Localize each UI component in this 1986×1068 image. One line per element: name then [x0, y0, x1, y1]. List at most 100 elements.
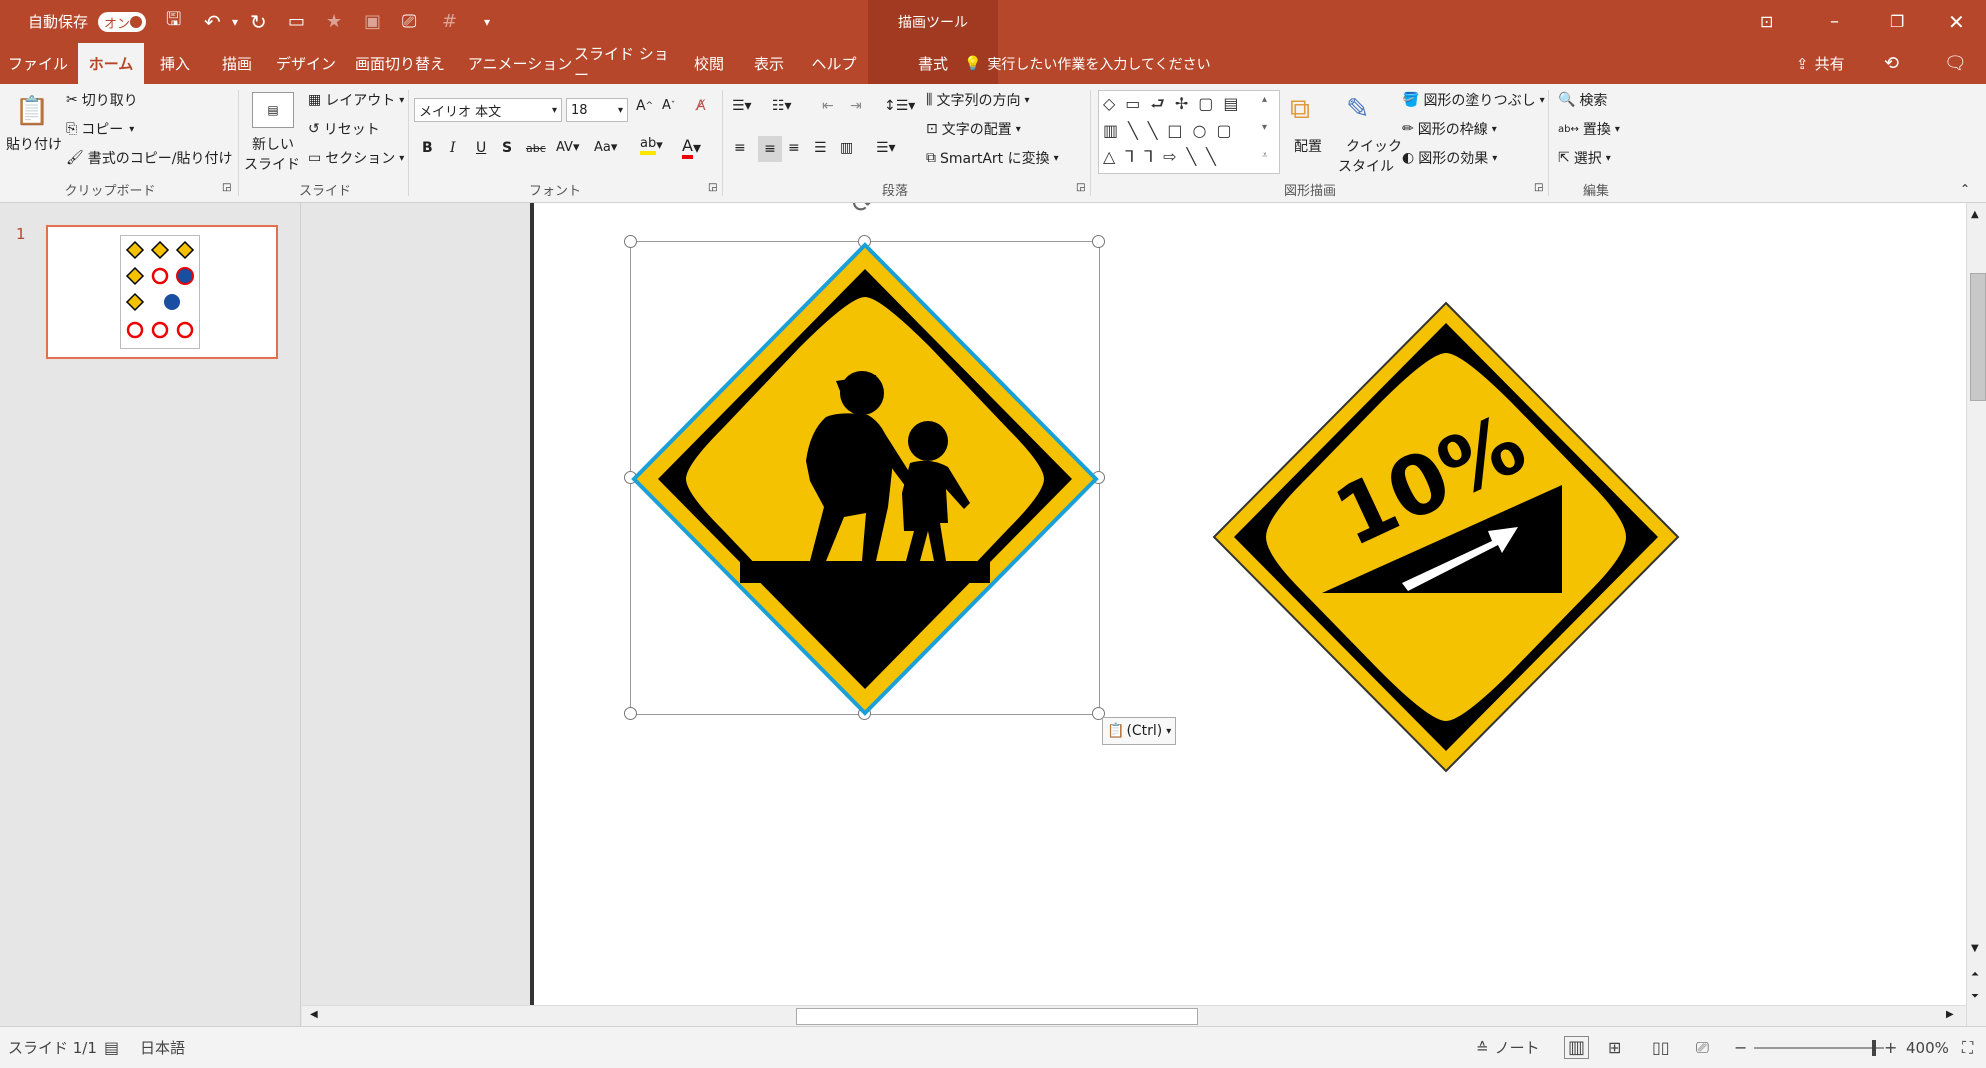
zoom-level[interactable]: 400% [1906, 1027, 1949, 1068]
tab-insert[interactable]: 挿入 [148, 43, 202, 84]
shapes-gallery[interactable]: ◇▭⮐✢▢▤ ▥╲╲□○▢ △⅂⅂⇨╲╲ [1098, 90, 1280, 174]
history-icon[interactable]: ⟲ [1884, 43, 1899, 84]
font-launcher-icon[interactable]: ◲ [708, 182, 717, 193]
spellcheck-icon[interactable]: ▤ [104, 1027, 119, 1068]
text-direction-button[interactable]: ⫼ 文字列の方向 ▾ [926, 90, 1029, 110]
tab-transitions[interactable]: 画面切り替え [350, 43, 450, 84]
underline-icon[interactable]: U [476, 140, 486, 156]
scroll-right-icon[interactable]: ▶ [1946, 1009, 1954, 1020]
align-center-icon[interactable]: ≡ [758, 136, 782, 162]
shape-fill-button[interactable]: 🪣 図形の塗りつぶし ▾ [1402, 90, 1545, 110]
paste-button[interactable]: 貼り付け [6, 134, 62, 154]
slide-sorter-icon[interactable]: ⊞ [1608, 1027, 1621, 1068]
arrange-icon[interactable]: ⧉ [1290, 92, 1310, 126]
tab-review[interactable]: 校閲 [684, 43, 734, 84]
clear-formatting-icon[interactable]: A̸ [696, 98, 706, 114]
copy-button[interactable]: ⎘ コピー ▾ [66, 119, 134, 139]
ribbon-display-icon[interactable]: ⊡ [1760, 0, 1773, 43]
shape-effects-button[interactable]: ◐ 図形の効果 ▾ [1402, 148, 1497, 168]
paste-icon[interactable]: 📋 [10, 92, 54, 128]
columns-icon[interactable]: ▥ [840, 140, 853, 156]
tab-draw[interactable]: 描画 [210, 43, 264, 84]
normal-view-icon[interactable]: ▥ [1564, 1027, 1590, 1068]
strikethrough-icon[interactable]: abc [526, 142, 546, 155]
section-button[interactable]: ▭ セクション ▾ [308, 148, 404, 168]
align-right-icon[interactable]: ≡ [788, 140, 800, 156]
drawing-launcher-icon[interactable]: ◲ [1534, 182, 1543, 193]
zoom-slider-thumb[interactable] [1872, 1039, 1876, 1056]
arrange-button[interactable]: 配置 [1294, 136, 1322, 156]
new-slide-icon[interactable]: ▤ [252, 92, 294, 128]
font-name-select[interactable]: メイリオ 本文 ▾ [414, 98, 562, 122]
highlight-color-icon[interactable]: ab ▾ [640, 136, 663, 155]
format-painter-button[interactable]: 🖌 書式のコピー/貼り付け [66, 148, 233, 168]
quick-styles-label2[interactable]: スタイル [1338, 156, 1394, 176]
customize-qat-icon[interactable]: ▾ [484, 0, 490, 43]
autosave-toggle[interactable]: オン [98, 0, 146, 43]
fit-to-window-icon[interactable]: ⛶ [1962, 1027, 1973, 1068]
align-text-button[interactable]: ⊡ 文字の配置 ▾ [926, 119, 1021, 139]
favorite-icon[interactable]: ★ [326, 0, 342, 43]
vertical-scroll-thumb[interactable] [1970, 273, 1986, 401]
line-spacing-icon[interactable]: ↕☰▾ [884, 98, 915, 114]
decrease-font-icon[interactable]: Aˇ [662, 98, 675, 113]
increase-indent-icon[interactable]: ⇥ [850, 98, 862, 114]
language-indicator[interactable]: 日本語 [140, 1027, 185, 1068]
tab-animations[interactable]: アニメーション [462, 43, 578, 84]
restore-icon[interactable]: ❐ [1890, 0, 1904, 43]
comments-icon[interactable]: 🗨 [1944, 43, 1967, 84]
select-button[interactable]: ⇱ 選択 ▾ [1558, 148, 1611, 168]
slide-canvas[interactable]: ⟳ 10% 📋 (Ctrl) ▾ [534, 203, 1966, 1005]
bullets-icon[interactable]: ☰▾ [732, 98, 752, 114]
gallery-scroll-down-icon[interactable]: ▾ [1262, 122, 1267, 133]
layout-button[interactable]: ▦ レイアウト ▾ [308, 90, 404, 110]
reset-button[interactable]: ↺ リセット [308, 119, 380, 139]
notes-button[interactable]: ≙ ノート [1476, 1027, 1540, 1068]
font-color-icon[interactable]: A ▾ [682, 136, 701, 159]
numbering-icon[interactable]: ☷▾ [772, 98, 792, 114]
tab-file[interactable]: ファイル [2, 43, 74, 84]
tab-help[interactable]: ヘルプ [806, 43, 862, 84]
horizontal-scroll-thumb[interactable] [796, 1008, 1198, 1025]
gallery-scroll-up-icon[interactable]: ▴ [1262, 94, 1267, 105]
scroll-left-icon[interactable]: ◀ [310, 1009, 318, 1020]
smartart-button[interactable]: ⧉ SmartArt に変換 ▾ [926, 148, 1059, 168]
bold-icon[interactable]: B [422, 140, 433, 156]
decrease-indent-icon[interactable]: ⇤ [822, 98, 834, 114]
steep-grade-sign[interactable]: 10% [1212, 301, 1680, 773]
reading-view-icon[interactable]: ▯▯ [1652, 1027, 1670, 1068]
zoom-slider[interactable] [1754, 1027, 1884, 1068]
scroll-down-icon[interactable]: ▼ [1971, 943, 1979, 954]
slideshow-view-icon[interactable]: ⎚ [1696, 1027, 1709, 1068]
tell-me-box[interactable]: 💡 実行したい作業を入力してください [964, 51, 1211, 77]
tab-home[interactable]: ホーム [78, 43, 144, 84]
collapse-ribbon-icon[interactable]: ⌃ [1960, 182, 1970, 196]
minimize-icon[interactable]: – [1830, 0, 1839, 43]
redo-icon[interactable]: ↻ [250, 0, 267, 43]
italic-icon[interactable]: I [450, 140, 456, 156]
zoom-in-icon[interactable]: + [1884, 1027, 1897, 1068]
shadow-icon[interactable]: S [502, 140, 512, 156]
present-icon[interactable]: ▭ [288, 0, 305, 43]
previous-slide-icon[interactable]: ⏶ [1971, 969, 1979, 980]
school-crossing-sign[interactable] [630, 241, 1100, 717]
shape-outline-button[interactable]: ✏ 図形の枠線 ▾ [1402, 119, 1497, 139]
tab-slideshow[interactable]: スライド ショー [574, 43, 674, 84]
new-slide-label1[interactable]: 新しい [252, 134, 294, 154]
zoom-out-icon[interactable]: − [1734, 1027, 1747, 1068]
change-case-icon[interactable]: Aa▾ [594, 140, 617, 155]
scroll-up-icon[interactable]: ▲ [1971, 209, 1979, 220]
font-size-select[interactable]: 18 ▾ [566, 98, 628, 122]
quick-styles-icon[interactable]: ✎ [1346, 92, 1369, 125]
align-left-icon[interactable]: ≡ [734, 140, 746, 156]
picture-icon[interactable]: ▣ [364, 0, 381, 43]
char-spacing-icon[interactable]: AV▾ [556, 140, 579, 155]
tab-design[interactable]: デザイン [272, 43, 340, 84]
justify-icon[interactable]: ☰ [814, 140, 827, 156]
clipboard-launcher-icon[interactable]: ◲ [222, 182, 231, 193]
undo-icon[interactable]: ↶ [204, 0, 221, 43]
slideshow-icon[interactable]: ⎚ [402, 0, 416, 43]
undo-dropdown-icon[interactable]: ▾ [232, 0, 238, 43]
share-button[interactable]: ⇪ 共有 [1796, 43, 1845, 84]
gallery-more-icon[interactable]: ⩡ [1262, 150, 1268, 161]
